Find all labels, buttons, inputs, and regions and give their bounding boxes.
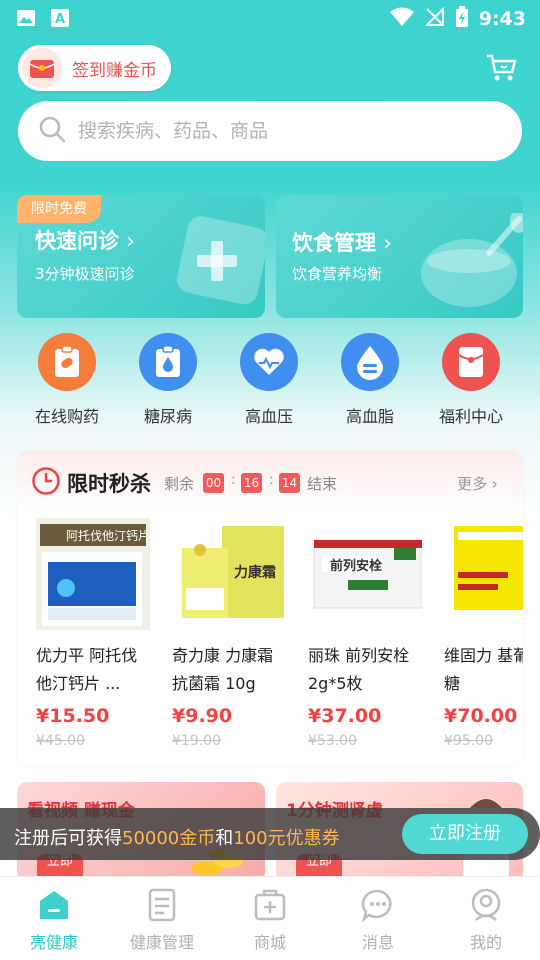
blood-drop-icon <box>139 333 197 391</box>
product-price: ¥70.00 <box>444 705 518 727</box>
product-name: 丽珠 前列安栓 2g*5枚 <box>308 646 410 693</box>
quick-link-label: 高血压 <box>244 407 293 426</box>
wifi-icon <box>389 7 415 31</box>
quick-link-label: 高血脂 <box>345 407 394 426</box>
product-price: ¥37.00 <box>308 705 382 727</box>
quick-consult-title: 快速问诊 <box>35 229 119 253</box>
mall-icon <box>252 887 288 923</box>
countdown-minutes: 16 <box>241 473 262 493</box>
quick-link-hyperlipidemia[interactable]: 高血脂 <box>320 333 420 427</box>
bowl-spoon-icon <box>419 209 523 317</box>
user-profile-icon <box>468 887 504 923</box>
product-card[interactable]: 维固力 基葡萄糖 ¥70.00 ¥95.00 <box>444 518 523 749</box>
red-envelope-icon <box>442 333 500 391</box>
register-coins: 50000金币 <box>122 828 216 849</box>
gallery-icon <box>16 8 36 28</box>
product-image: 前列安栓 <box>308 518 423 630</box>
red-envelope-icon <box>22 48 62 88</box>
status-time: 9:43 <box>478 8 526 30</box>
quick-consult-card[interactable]: 限时免费 快速问诊 › 3分钟极速问诊 <box>17 195 265 318</box>
product-box-text: 前列安栓 <box>330 559 383 574</box>
product-card[interactable]: 力康霜 奇力康 力康霜抗菌霜 10g ¥9.90 ¥19.00 <box>172 518 286 749</box>
end-label: 结束 <box>307 475 338 493</box>
flash-sale-header: 限时秒杀 剩余 00 : 16 : 14 结束 更多 › <box>17 450 523 512</box>
quick-link-diabetes[interactable]: 糖尿病 <box>118 333 218 427</box>
register-text-mid: 和 <box>215 828 234 849</box>
nav-home[interactable]: 亮健康 <box>0 887 108 953</box>
lipid-drop-icon <box>341 333 399 391</box>
register-button[interactable]: 立即注册 <box>402 814 528 854</box>
checkin-button[interactable]: 签到赚金币 <box>18 45 171 91</box>
product-card[interactable]: 阿托伐他汀钙片 优力平 阿托伐他汀钙片 ... ¥15.50 ¥45.00 <box>36 518 150 749</box>
quick-consult-subtitle: 3分钟极速问诊 <box>35 265 135 283</box>
quick-link-label: 糖尿病 <box>143 407 192 426</box>
more-link[interactable]: 更多 › <box>457 473 498 494</box>
nav-label: 亮健康 <box>29 933 78 952</box>
nav-messages[interactable]: 消息 <box>324 887 432 953</box>
nav-label: 消息 <box>361 933 394 952</box>
clock-icon <box>31 466 61 500</box>
chevron-right-icon: › <box>383 231 392 255</box>
quick-link-label: 福利中心 <box>438 407 503 426</box>
chat-bubble-icon <box>360 887 396 923</box>
quick-links: 在线购药 糖尿病 高血压 高血脂 福利中心 <box>17 333 523 433</box>
product-original-price: ¥19.00 <box>172 733 221 749</box>
flash-sale-section: 限时秒杀 剩余 00 : 16 : 14 结束 更多 › 阿托伐他汀钙片 优力平… <box>17 450 523 765</box>
status-bar: A 9:43 <box>0 0 540 36</box>
search-bar[interactable] <box>18 101 522 161</box>
diet-subtitle: 饮食营养均衡 <box>292 265 383 283</box>
register-text-before: 注册后可获得 <box>14 828 122 849</box>
product-name: 奇力康 力康霜抗菌霜 10g <box>172 646 274 693</box>
remain-label: 剩余 <box>164 475 195 493</box>
product-original-price: ¥45.00 <box>36 733 85 749</box>
product-image: 阿托伐他汀钙片 <box>36 518 150 630</box>
cart-icon[interactable] <box>484 50 520 86</box>
prescription-icon <box>38 333 96 391</box>
nav-health-management[interactable]: 健康管理 <box>108 887 216 953</box>
countdown-seconds: 14 <box>279 473 300 493</box>
product-original-price: ¥95.00 <box>444 733 493 749</box>
quick-link-label: 在线购药 <box>34 407 99 426</box>
battery-charging-icon <box>455 6 469 32</box>
product-box-text: 阿托伐他汀钙片 <box>66 529 151 543</box>
bottom-navigation: 亮健康 健康管理 商城 消息 我的 <box>0 876 540 960</box>
quick-link-welfare-center[interactable]: 福利中心 <box>421 333 521 427</box>
product-box-text: 力康霜 <box>234 565 276 581</box>
diet-management-card[interactable]: 饮食管理 › 饮食营养均衡 <box>276 195 523 318</box>
health-record-icon <box>144 887 180 923</box>
no-signal-icon <box>424 6 445 31</box>
nav-mall[interactable]: 商城 <box>216 887 324 953</box>
product-price: ¥9.90 <box>172 705 233 727</box>
free-badge: 限时免费 <box>17 195 101 223</box>
product-image: 力康霜 <box>172 518 286 630</box>
product-card[interactable]: 前列安栓 丽珠 前列安栓 2g*5枚 ¥37.00 ¥53.00 <box>308 518 423 749</box>
nav-profile[interactable]: 我的 <box>432 887 540 953</box>
consult-chat-icon <box>171 213 265 317</box>
nav-label: 商城 <box>253 933 286 952</box>
quick-link-online-pharmacy[interactable]: 在线购药 <box>17 333 117 427</box>
app-notification-icon: A <box>50 8 70 28</box>
register-banner: 注册后可获得50000金币和100元优惠券 立即注册 <box>0 808 540 860</box>
product-name: 维固力 基葡萄糖 <box>444 646 523 693</box>
checkin-label: 签到赚金币 <box>72 60 157 81</box>
chevron-right-icon: › <box>491 475 498 493</box>
product-image <box>444 518 523 630</box>
svg-text:A: A <box>55 12 65 27</box>
chevron-right-icon: › <box>126 229 135 253</box>
heart-pulse-icon <box>240 333 298 391</box>
search-icon <box>38 115 66 147</box>
search-input[interactable] <box>78 120 478 142</box>
register-coupon: 100元优惠券 <box>233 828 340 849</box>
nav-label: 我的 <box>469 933 502 952</box>
home-icon <box>36 887 72 923</box>
nav-label: 健康管理 <box>129 933 194 952</box>
quick-link-hypertension[interactable]: 高血压 <box>219 333 319 427</box>
flash-sale-title: 限时秒杀 <box>67 472 151 496</box>
diet-title: 饮食管理 <box>292 231 376 255</box>
product-name: 优力平 阿托伐他汀钙片 ... <box>36 646 138 693</box>
product-original-price: ¥53.00 <box>308 733 357 749</box>
countdown-hours: 00 <box>203 473 224 493</box>
product-price: ¥15.50 <box>36 705 110 727</box>
